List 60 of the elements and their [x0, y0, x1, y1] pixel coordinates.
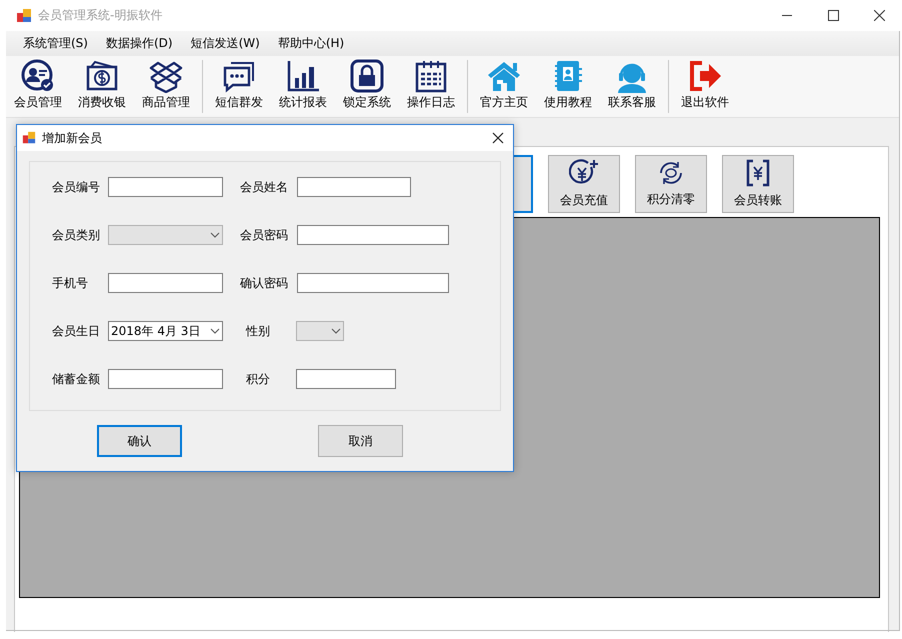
toolbar-button[interactable]: 短信群发 — [207, 59, 271, 111]
chat-bubble-icon — [222, 59, 256, 93]
chevron-down-icon — [210, 328, 220, 334]
menu-item[interactable]: 帮助中心(H) — [268, 33, 354, 54]
field-label: 手机号 — [52, 274, 89, 292]
toolbar-button[interactable]: 商品管理 — [134, 59, 198, 111]
text-field[interactable] — [296, 369, 396, 389]
module-button[interactable] — [514, 155, 533, 213]
dialog-button[interactable]: 确认 — [97, 425, 182, 457]
house-icon — [487, 59, 521, 93]
text-field[interactable] — [297, 177, 411, 197]
module-button[interactable]: 积分清零 — [635, 155, 707, 213]
toolbar-button[interactable]: 统计报表 — [271, 59, 335, 111]
lock-icon — [350, 59, 384, 93]
field-label: 会员姓名 — [240, 178, 289, 196]
toolbar-button[interactable]: 会员管理 — [6, 59, 70, 111]
field-label: 性别 — [246, 322, 271, 340]
field-label: 会员类别 — [52, 226, 101, 244]
toolbar-button[interactable]: 消费收银 — [70, 59, 134, 111]
menu-item[interactable]: 短信发送(W) — [182, 33, 269, 54]
bar-chart-icon — [286, 59, 320, 93]
exit-arrow-icon — [688, 59, 722, 93]
toolbar-button[interactable]: 联系客服 — [600, 59, 664, 111]
menu-item[interactable]: 系统管理(S) — [14, 33, 97, 54]
text-field[interactable] — [108, 273, 223, 293]
cycle-arrows-icon — [657, 160, 685, 186]
dialog-title: 增加新会员 — [42, 130, 103, 146]
field-label: 储蓄金额 — [52, 370, 101, 388]
field-label: 会员编号 — [52, 178, 101, 196]
field-label: 积分 — [246, 370, 271, 388]
chevron-down-icon — [210, 232, 220, 238]
dialog-button[interactable]: 取消 — [318, 425, 403, 457]
app-icon — [16, 8, 32, 24]
module-button[interactable]: 会员充值 — [548, 155, 620, 213]
app-icon — [22, 131, 36, 145]
toolbar-button[interactable]: 退出软件 — [673, 59, 737, 111]
field-label: 确认密码 — [240, 274, 289, 292]
yen-bracket-icon — [745, 159, 771, 187]
text-field[interactable] — [108, 369, 223, 389]
text-field[interactable] — [108, 177, 223, 197]
calendar-icon — [414, 59, 448, 93]
maximize-icon[interactable] — [828, 10, 838, 21]
toolbar-button[interactable]: 操作日志 — [399, 59, 463, 111]
text-field[interactable] — [297, 225, 449, 245]
money-bill-icon — [85, 59, 119, 93]
toolbar-button[interactable]: 官方主页 — [472, 59, 536, 111]
close-icon[interactable] — [874, 10, 884, 21]
field-label: 会员密码 — [240, 226, 289, 244]
date-picker[interactable]: 2018年 4月 3日 — [108, 321, 223, 341]
field-label: 会员生日 — [52, 322, 101, 340]
close-icon[interactable] — [492, 132, 504, 144]
member-card-icon — [21, 59, 55, 93]
chevron-down-icon — [331, 328, 341, 334]
text-field[interactable] — [297, 273, 449, 293]
menu-item[interactable]: 数据操作(D) — [96, 33, 182, 54]
toolbar-button[interactable]: 使用教程 — [536, 59, 600, 111]
window-title: 会员管理系统-明振软件 — [38, 7, 164, 24]
module-button[interactable]: 会员转账 — [722, 155, 794, 213]
box-icon — [149, 59, 183, 93]
toolbar-button[interactable]: 锁定系统 — [335, 59, 399, 111]
